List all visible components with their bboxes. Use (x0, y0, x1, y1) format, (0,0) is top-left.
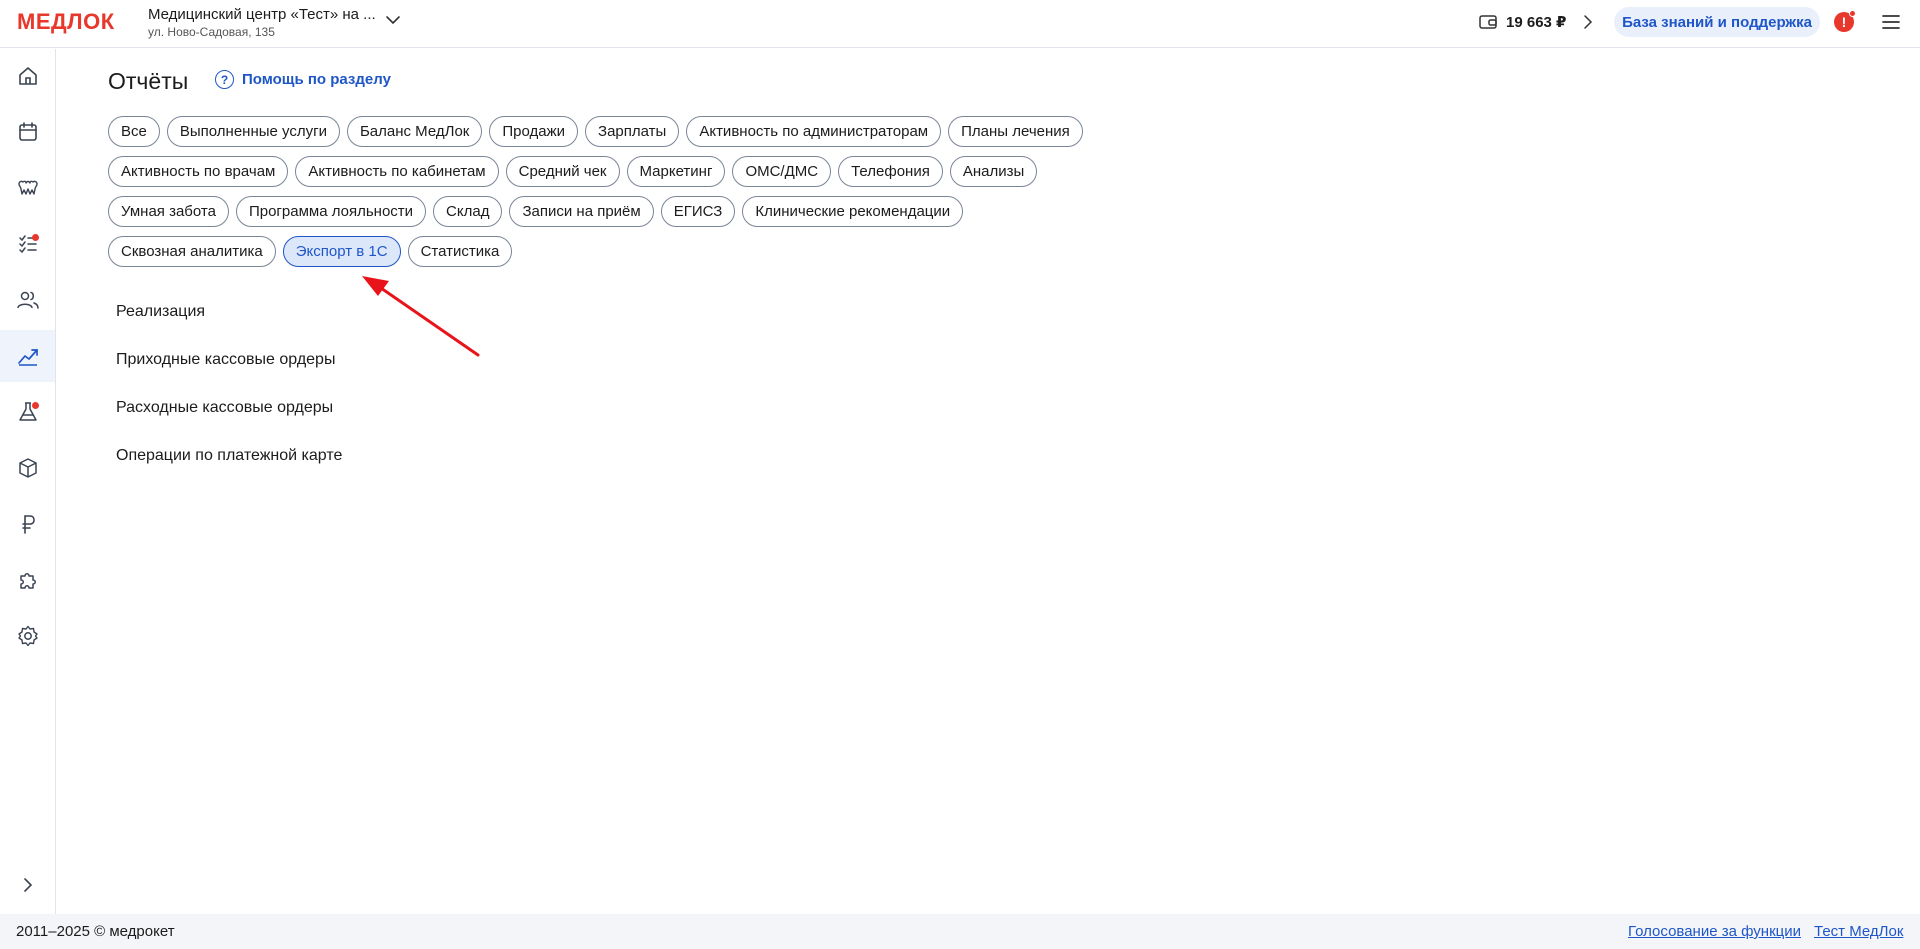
help-link-label: Помощь по разделу (242, 71, 391, 88)
chip-warehouse[interactable]: Склад (433, 196, 503, 227)
chip-loyalty-program[interactable]: Программа лояльности (235, 196, 427, 227)
alert-badge (1849, 10, 1856, 17)
integrations-puzzle-icon (19, 573, 36, 589)
sidebar-nav (0, 49, 56, 914)
top-header: МЕДЛОК Медицинский центр «Тест» на ... у… (0, 0, 1920, 48)
report-list: Реализация Приходные кассовые ордеры Рас… (116, 298, 342, 490)
calendar-icon (18, 122, 37, 141)
chip-export-1c[interactable]: Экспорт в 1С (282, 236, 401, 267)
reports-chart-icon (17, 349, 38, 366)
chip-completed-services[interactable]: Выполненные услуги (166, 116, 340, 147)
report-item-sales-realization[interactable]: Реализация (116, 298, 342, 346)
chevron-right-icon[interactable] (18, 875, 38, 895)
sidebar-item-lab[interactable] (0, 386, 55, 438)
chip-all[interactable]: Все (108, 116, 160, 147)
chip-medlok-balance[interactable]: Баланс МедЛок (346, 116, 483, 147)
balance-widget[interactable]: 19 663 ₽ (1478, 10, 1596, 34)
chip-lab-tests[interactable]: Анализы (949, 156, 1038, 187)
wallet-icon (1479, 15, 1497, 29)
clinic-selector[interactable]: Медицинский центр «Тест» на ... ул. Ново… (148, 6, 376, 40)
alert-icon[interactable]: ! (1834, 10, 1856, 32)
chip-statistics[interactable]: Статистика (407, 236, 513, 267)
hamburger-menu-icon[interactable] (1881, 12, 1901, 32)
sidebar-item-home[interactable] (0, 50, 55, 102)
footer: 2011–2025 © медрокет Голосование за функ… (0, 914, 1920, 949)
footer-link-feature-voting[interactable]: Голосование за функции (1628, 923, 1801, 940)
help-link[interactable]: ? Помощь по разделу (215, 70, 391, 89)
report-chips-row-2: Активность по врачам Активность по кабин… (108, 156, 1038, 187)
chip-average-check[interactable]: Средний чек (505, 156, 620, 187)
chip-insurance[interactable]: ОМС/ДМС (732, 156, 832, 187)
sidebar-item-warehouse[interactable] (0, 442, 55, 494)
sidebar-item-dental-chart[interactable] (0, 162, 55, 214)
report-chips-row-4: Сквозная аналитика Экспорт в 1С Статисти… (108, 236, 513, 267)
sidebar-item-patients[interactable] (0, 274, 55, 326)
chevron-down-icon[interactable] (385, 12, 401, 28)
sidebar-item-calendar[interactable] (0, 106, 55, 158)
chip-treatment-plans[interactable]: Планы лечения (948, 116, 1083, 147)
lab-badge (32, 402, 39, 409)
report-chips-row-1: Все Выполненные услуги Баланс МедЛок Про… (108, 116, 1083, 147)
alert-glyph: ! (1841, 14, 1847, 30)
tasks-badge (32, 234, 39, 241)
chip-marketing[interactable]: Маркетинг (626, 156, 726, 187)
report-item-cash-expense-orders[interactable]: Расходные кассовые ордеры (116, 394, 342, 442)
knowledge-base-button[interactable]: База знаний и поддержка (1614, 7, 1820, 37)
help-glyph: ? (220, 72, 229, 87)
teeth-icon (17, 180, 38, 195)
page-title: Отчёты (108, 68, 189, 94)
chip-clinical-guidelines[interactable]: Клинические рекомендации (742, 196, 964, 227)
warehouse-box-icon (18, 458, 37, 478)
chip-egisz[interactable]: ЕГИСЗ (660, 196, 736, 227)
medlok-logo[interactable]: МЕДЛОК (17, 9, 115, 35)
clinic-address: ул. Ново-Садовая, 135 (148, 25, 275, 39)
settings-gear-icon (17, 625, 38, 647)
chip-room-activity[interactable]: Активность по кабинетам (295, 156, 499, 187)
help-icon: ? (215, 70, 234, 89)
chevron-right-icon (1584, 15, 1593, 29)
report-item-cash-receipt-orders[interactable]: Приходные кассовые ордеры (116, 346, 342, 394)
finance-ruble-icon (21, 515, 35, 534)
clinic-name: Медицинский центр «Тест» на ... (148, 6, 376, 23)
chip-end-to-end-analytics[interactable]: Сквозная аналитика (108, 236, 276, 267)
chip-doctor-activity[interactable]: Активность по врачам (108, 156, 289, 187)
chip-telephony[interactable]: Телефония (838, 156, 943, 187)
balance-amount: 19 663 ₽ (1506, 14, 1567, 31)
report-chips-row-3: Умная забота Программа лояльности Склад … (108, 196, 964, 227)
report-item-card-operations[interactable]: Операции по платежной карте (116, 442, 342, 490)
chip-admin-activity[interactable]: Активность по администраторам (686, 116, 942, 147)
sidebar-item-tasks[interactable] (0, 218, 55, 270)
copyright: 2011–2025 © медрокет (16, 923, 175, 940)
sidebar-item-finance[interactable] (0, 498, 55, 550)
sidebar-item-integrations[interactable] (0, 554, 55, 606)
sidebar-item-reports[interactable] (0, 330, 55, 382)
chip-salaries[interactable]: Зарплаты (585, 116, 680, 147)
home-icon (18, 67, 37, 85)
chip-sales[interactable]: Продажи (489, 116, 579, 147)
chip-appointments[interactable]: Записи на приём (509, 196, 654, 227)
sidebar-item-settings[interactable] (0, 610, 55, 662)
patients-icon (16, 291, 39, 309)
footer-link-test-medlok[interactable]: Тест МедЛок (1814, 923, 1903, 940)
chip-smart-care[interactable]: Умная забота (108, 196, 229, 227)
